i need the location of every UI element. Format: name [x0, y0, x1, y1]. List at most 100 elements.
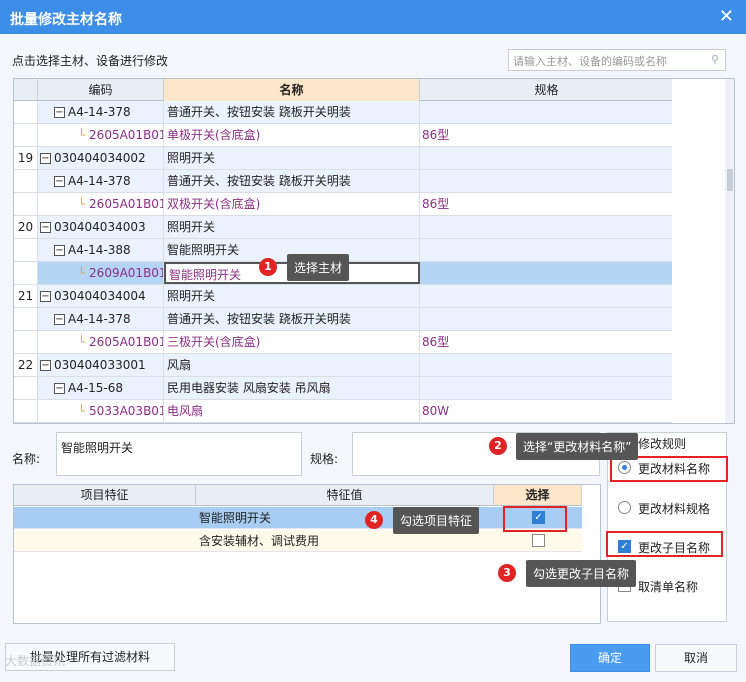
- row-code-text: 2605A01B01A…: [89, 335, 163, 349]
- collapse-icon[interactable]: −: [54, 314, 65, 325]
- row-spec[interactable]: 80W: [420, 400, 674, 422]
- row-code: −030404034003: [38, 216, 164, 238]
- row-spec[interactable]: [420, 308, 674, 330]
- search-icon[interactable]: ⚲: [711, 53, 719, 66]
- row-code-text: A4-15-68: [68, 381, 124, 395]
- collapse-icon[interactable]: −: [40, 222, 51, 233]
- feature-row[interactable]: 含安装辅材、调试费用: [14, 530, 582, 552]
- watermark: 大数据资讯: [5, 654, 66, 668]
- row-name[interactable]: 风扇: [164, 354, 420, 376]
- row-code: − A4-14-378: [38, 101, 164, 123]
- collapse-icon[interactable]: −: [54, 176, 65, 187]
- row-index: [14, 193, 38, 215]
- row-name[interactable]: 照明开关: [164, 147, 420, 169]
- collapse-icon[interactable]: −: [54, 383, 65, 394]
- option-label[interactable]: 更改材料规格: [638, 500, 710, 517]
- table-row[interactable]: − A4-14-378 普通开关、按钮安装 跷板开关明装: [14, 101, 674, 124]
- callout-label: 选择主材: [287, 254, 350, 281]
- header-code[interactable]: 编码: [38, 79, 164, 101]
- header-spec[interactable]: 规格: [420, 79, 674, 101]
- ok-button[interactable]: 确定: [570, 644, 650, 672]
- feature-row[interactable]: 智能照明开关 ✓: [14, 507, 582, 529]
- table-row[interactable]: 19−030404034002 照明开关: [14, 147, 674, 170]
- feature-checkbox[interactable]: [532, 534, 545, 547]
- row-spec[interactable]: [420, 285, 674, 307]
- close-icon[interactable]: ✕: [719, 6, 734, 27]
- row-spec[interactable]: 86型: [420, 331, 674, 353]
- title-bar: 批量修改主材名称 ✕: [0, 0, 746, 34]
- row-code-text: 030404033001: [54, 358, 146, 372]
- table-row[interactable]: 21−030404034004 照明开关: [14, 285, 674, 308]
- row-name[interactable]: 民用电器安装 风扇安装 吊风扇: [164, 377, 420, 399]
- table-row[interactable]: └ 2605A01B01AE单极开关(含底盒)86型: [14, 124, 674, 147]
- row-name[interactable]: 普通开关、按钮安装 跷板开关明装: [164, 170, 420, 192]
- row-code-text: 2605A01B01A…: [89, 197, 163, 211]
- row-spec[interactable]: [420, 216, 674, 238]
- table-row[interactable]: 22−030404033001 风扇: [14, 354, 674, 377]
- name-label: 名称:: [12, 452, 41, 466]
- row-code: − A4-14-388: [38, 239, 164, 261]
- table-row[interactable]: └ 2605A01B01A…三极开关(含底盒)86型: [14, 331, 674, 354]
- row-spec[interactable]: [420, 147, 674, 169]
- header-name[interactable]: 名称: [164, 79, 420, 101]
- collapse-icon[interactable]: −: [40, 153, 51, 164]
- table-row[interactable]: − A4-15-68 民用电器安装 风扇安装 吊风扇: [14, 377, 674, 400]
- row-code-text: A4-14-378: [68, 105, 131, 119]
- collapse-icon[interactable]: −: [40, 291, 51, 302]
- table-row[interactable]: └ 5033A03B01AN电风扇80W: [14, 400, 674, 423]
- row-index: [14, 239, 38, 261]
- tree-connector: └: [78, 335, 90, 349]
- table-row[interactable]: └ 2605A01B01A…双极开关(含底盒)86型: [14, 193, 674, 216]
- collapse-icon[interactable]: −: [40, 360, 51, 371]
- row-name[interactable]: 普通开关、按钮安装 跷板开关明装: [164, 308, 420, 330]
- option-label[interactable]: 取清单名称: [638, 578, 698, 595]
- row-code: −030404034002: [38, 147, 164, 169]
- row-index: [14, 101, 38, 123]
- row-name[interactable]: 双极开关(含底盒): [164, 193, 420, 215]
- row-name[interactable]: 单极开关(含底盒): [164, 124, 420, 146]
- row-code: └ 2605A01B01A…: [38, 331, 164, 353]
- row-spec[interactable]: 86型: [420, 193, 674, 215]
- row-name[interactable]: 照明开关: [164, 285, 420, 307]
- callout-badge: 3: [498, 564, 516, 582]
- table-row[interactable]: − A4-14-378 普通开关、按钮安装 跷板开关明装: [14, 308, 674, 331]
- radio-change-material-spec[interactable]: [618, 501, 631, 514]
- collapse-icon[interactable]: −: [54, 107, 65, 118]
- row-index: [14, 377, 38, 399]
- row-spec[interactable]: [420, 170, 674, 192]
- row-code: − A4-15-68: [38, 377, 164, 399]
- table-row[interactable]: − A4-14-378 普通开关、按钮安装 跷板开关明装: [14, 170, 674, 193]
- hint-text: 点击选择主材、设备进行修改: [12, 54, 169, 68]
- row-name[interactable]: 照明开关: [164, 216, 420, 238]
- row-index: 21: [14, 285, 38, 307]
- cancel-button[interactable]: 取消: [655, 644, 737, 672]
- window-title: 批量修改主材名称: [10, 12, 122, 28]
- callout-badge: 2: [489, 437, 507, 455]
- highlight-box: [503, 506, 567, 532]
- row-code: └ 2609A01B01BF: [38, 262, 164, 284]
- callout-label: 勾选更改子目名称: [526, 560, 637, 587]
- name-input[interactable]: 智能照明开关: [56, 432, 302, 476]
- row-spec[interactable]: [420, 262, 674, 284]
- grid-header: 编码 名称 规格: [14, 79, 674, 101]
- row-code-text: 5033A03B01AN: [89, 404, 163, 418]
- row-code: − A4-14-378: [38, 308, 164, 330]
- spec-label: 规格:: [310, 452, 339, 466]
- table-row[interactable]: 20−030404034003 照明开关: [14, 216, 674, 239]
- row-spec[interactable]: [420, 377, 674, 399]
- callout-badge: 1: [259, 258, 277, 276]
- row-spec[interactable]: [420, 239, 674, 261]
- highlight-box: [606, 531, 723, 557]
- row-code-text: 030404034003: [54, 220, 146, 234]
- row-spec[interactable]: 86型: [420, 124, 674, 146]
- scrollbar-thumb[interactable]: [727, 169, 733, 191]
- row-name[interactable]: 普通开关、按钮安装 跷板开关明装: [164, 101, 420, 123]
- collapse-icon[interactable]: −: [54, 245, 65, 256]
- search-input[interactable]: 请输入主材、设备的编码或名称 ⚲: [508, 49, 726, 71]
- row-spec[interactable]: [420, 354, 674, 376]
- row-name[interactable]: 三极开关(含底盒): [164, 331, 420, 353]
- row-code: └ 5033A03B01AN: [38, 400, 164, 422]
- row-name[interactable]: 电风扇: [164, 400, 420, 422]
- scrollbar[interactable]: [725, 79, 734, 423]
- row-spec[interactable]: [420, 101, 674, 123]
